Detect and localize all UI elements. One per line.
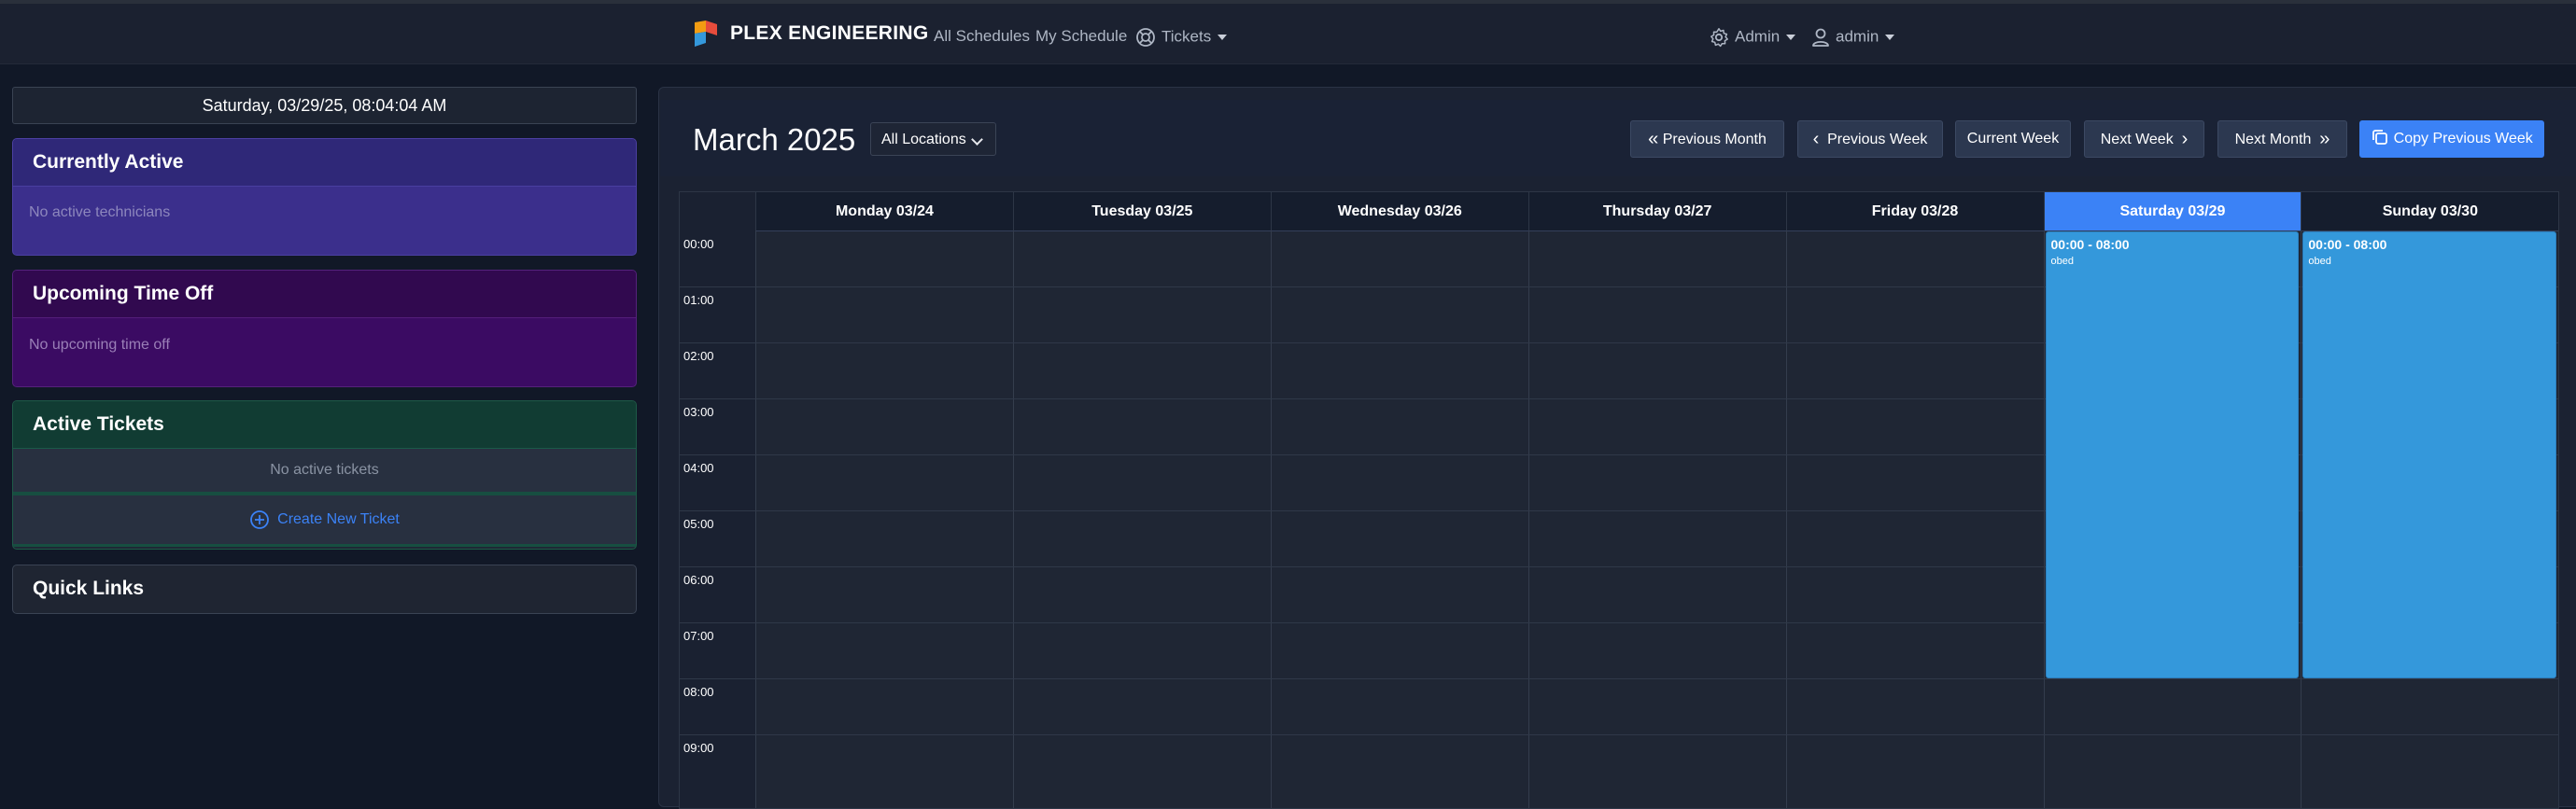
event-time: 00:00 - 08:00 <box>2050 237 2130 252</box>
user-icon <box>1812 28 1829 47</box>
chevron-down-icon <box>1218 35 1228 40</box>
double-chevron-right-icon: » <box>2319 129 2330 149</box>
previous-month-label: Previous Month <box>1662 132 1767 147</box>
copy-icon <box>2372 130 2388 145</box>
hour-label: 07:00 <box>683 629 714 643</box>
day-header: Friday 03/28 <box>1785 192 2044 230</box>
brand[interactable]: PLEX ENGINEERING <box>693 19 929 49</box>
location-select[interactable]: All Locations <box>870 122 996 156</box>
day-header: Wednesday 03/26 <box>1270 192 1528 230</box>
month-title: March 2025 <box>693 122 856 157</box>
nav-my-schedule[interactable]: My Schedule <box>1035 27 1127 46</box>
nav-user-dropdown[interactable]: admin <box>1811 27 1895 48</box>
nav-user-label: admin <box>1836 27 1879 46</box>
day-header: Monday 03/24 <box>755 192 1013 230</box>
hour-label: 04:00 <box>683 461 714 475</box>
upcoming-time-off-card: Upcoming Time Off No upcoming time off <box>12 270 637 387</box>
next-week-label: Next Week <box>2100 132 2174 147</box>
day-column-divider <box>755 230 756 808</box>
card-title: Currently Active <box>13 139 636 187</box>
nav-tickets-label: Tickets <box>1161 27 1212 46</box>
current-week-label: Current Week <box>1966 131 2060 146</box>
week-grid: 00:00 01:00 02:00 03:00 04:00 05:00 06:00 07:00… <box>679 191 2559 809</box>
hour-label: 06:00 <box>683 573 714 587</box>
chevron-down-icon <box>1786 35 1796 40</box>
lifebuoy-icon <box>1136 28 1155 47</box>
brand-name: PLEX ENGINEERING <box>730 22 929 44</box>
next-month-button[interactable]: Next Month » <box>2217 120 2347 158</box>
nav-all-schedules[interactable]: All Schedules <box>934 27 1030 46</box>
day-column-divider <box>2043 230 2045 808</box>
day-header: Tuesday 03/25 <box>1012 192 1271 230</box>
day-header: Saturday 03/29 <box>2043 192 2302 230</box>
event-title: obed <box>2050 256 2074 267</box>
hour-label: 09:00 <box>683 741 714 755</box>
active-tickets-card: Active Tickets No active tickets Create … <box>12 400 637 550</box>
currently-active-card: Currently Active No active technicians <box>12 138 637 256</box>
create-ticket-label: Create New Ticket <box>277 511 400 527</box>
chevron-down-icon <box>1885 35 1895 40</box>
card-title: Upcoming Time Off <box>13 271 636 318</box>
empty-message: No upcoming time off <box>29 337 170 353</box>
next-week-button[interactable]: Next Week › <box>2084 120 2204 158</box>
time-column: 00:00 01:00 02:00 03:00 04:00 05:00 06:00 07:00… <box>680 192 756 808</box>
day-column-divider <box>1012 230 1014 808</box>
day-column-divider <box>2301 230 2302 808</box>
chevron-down-icon <box>971 133 983 146</box>
plex-logo-icon <box>695 21 717 47</box>
nav-admin-dropdown[interactable]: Admin <box>1709 27 1796 48</box>
day-column-divider <box>1785 230 1787 808</box>
quick-links-card: Quick Links <box>12 565 637 614</box>
copy-previous-week-button[interactable]: Copy Previous Week <box>2359 120 2544 158</box>
gear-icon <box>1710 28 1728 48</box>
copy-previous-week-label: Copy Previous Week <box>2393 131 2533 146</box>
schedule-event[interactable]: 00:00 - 08:00 obed <box>2045 231 2300 678</box>
current-week-button[interactable]: Current Week <box>1955 120 2071 158</box>
chevron-left-icon: ‹ <box>1812 129 1820 149</box>
double-chevron-left-icon: « <box>1648 129 1659 149</box>
chevron-right-icon: › <box>2181 129 2189 149</box>
card-title: Active Tickets <box>13 401 636 449</box>
nav-tickets-dropdown[interactable]: Tickets <box>1135 27 1228 48</box>
hour-divider <box>680 734 2558 735</box>
nav-admin-label: Admin <box>1735 27 1781 46</box>
previous-week-button[interactable]: ‹ Previous Week <box>1797 120 1943 158</box>
day-header: Thursday 03/27 <box>1527 192 1786 230</box>
event-title: obed <box>2308 256 2331 267</box>
day-header-row: Monday 03/24 Tuesday 03/25 Wednesday 03/26… <box>755 192 2558 231</box>
location-select-value: All Locations <box>881 132 966 147</box>
top-navbar: PLEX ENGINEERING All Schedules My Schedu… <box>0 4 2576 64</box>
hour-divider <box>680 678 2558 679</box>
plus-circle-icon <box>250 509 270 529</box>
day-column-divider <box>1527 230 1529 808</box>
next-month-label: Next Month <box>2234 132 2312 147</box>
hour-label: 03:00 <box>683 405 714 419</box>
previous-month-button[interactable]: « Previous Month <box>1630 120 1784 158</box>
empty-message: No active tickets <box>13 449 636 495</box>
create-ticket-button[interactable]: Create New Ticket <box>13 495 636 547</box>
day-column-divider <box>1270 230 1272 808</box>
day-header: Sunday 03/30 <box>2301 192 2558 230</box>
schedule-event[interactable]: 00:00 - 08:00 obed <box>2302 231 2557 678</box>
hour-label: 00:00 <box>683 237 714 251</box>
previous-week-label: Previous Week <box>1827 132 1928 147</box>
hour-label: 02:00 <box>683 349 714 363</box>
card-title: Quick Links <box>33 578 145 599</box>
hour-label: 08:00 <box>683 685 714 699</box>
event-time: 00:00 - 08:00 <box>2308 237 2387 252</box>
hour-label: 05:00 <box>683 517 714 531</box>
current-datetime: Saturday, 03/29/25, 08:04:04 AM <box>12 87 637 124</box>
hour-label: 01:00 <box>683 293 714 307</box>
empty-message: No active technicians <box>29 204 171 220</box>
